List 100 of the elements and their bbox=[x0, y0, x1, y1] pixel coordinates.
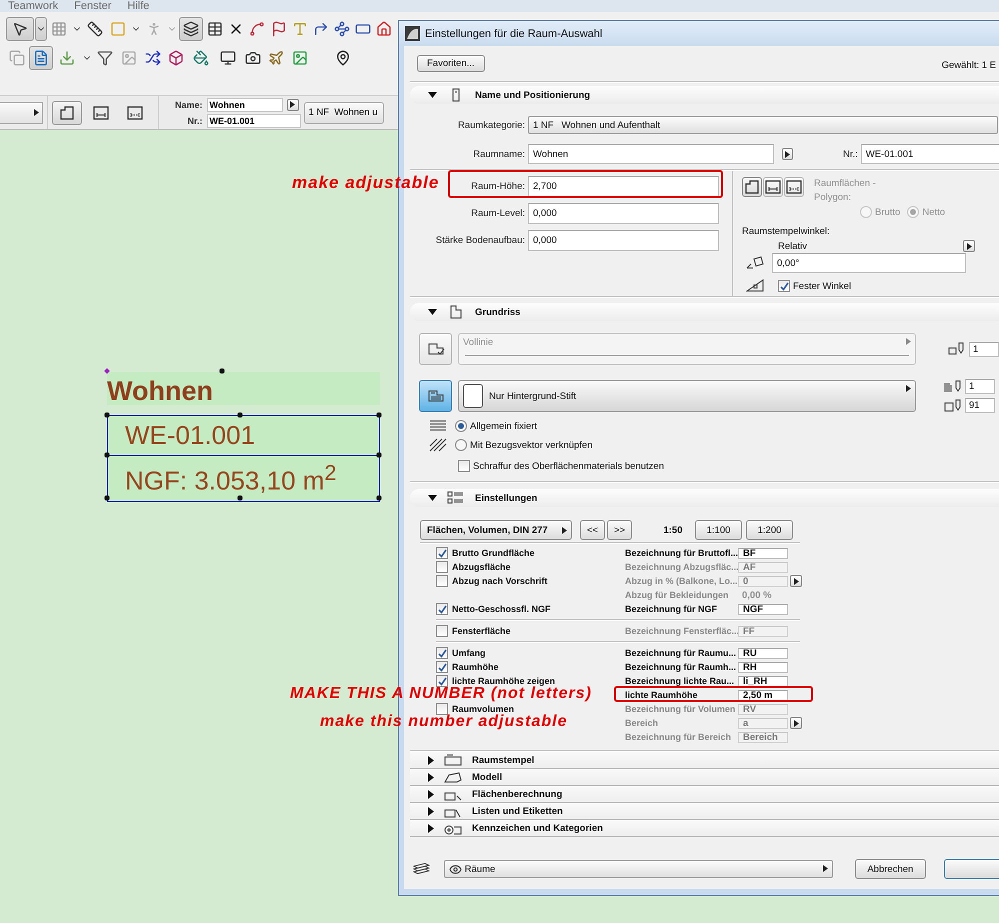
arrow-right-icon bbox=[823, 864, 828, 872]
text-field[interactable]: WE-01.001 bbox=[206, 114, 301, 128]
text-field[interactable]: BF bbox=[738, 548, 788, 558]
arrow-right-icon bbox=[906, 338, 911, 345]
text-field[interactable]: 0,000 bbox=[528, 203, 719, 224]
text-field[interactable]: Wohnen bbox=[528, 144, 774, 164]
section-header[interactable]: Kennzeichen und Kategorien bbox=[410, 820, 999, 837]
section-header[interactable]: Name und Positionierung bbox=[410, 86, 999, 104]
toolbar-button[interactable] bbox=[6, 17, 34, 41]
text-field[interactable]: WE-01.001 bbox=[860, 144, 999, 164]
menu-button[interactable] bbox=[286, 98, 299, 110]
text-field[interactable]: NGF bbox=[738, 604, 788, 614]
cancel-button[interactable]: Abbrechen bbox=[855, 859, 926, 879]
image-icon bbox=[121, 50, 137, 66]
property-label: Bezeichnung für NGF bbox=[625, 604, 718, 614]
text-field[interactable]: 2,700 bbox=[528, 176, 719, 197]
polygon-outline-icon bbox=[59, 106, 75, 120]
menu-button[interactable] bbox=[790, 575, 802, 587]
text-field[interactable]: RU bbox=[738, 648, 788, 658]
text-field[interactable]: RH bbox=[738, 662, 788, 672]
checkbox-label: Fester Winkel bbox=[793, 280, 852, 292]
table-icon bbox=[207, 21, 223, 37]
preset-dropdown[interactable]: Flächen, Volumen, DIN 277 bbox=[420, 520, 572, 540]
menu-item[interactable]: Fenster bbox=[74, 0, 112, 12]
polygon-mode-button[interactable] bbox=[742, 177, 762, 197]
category-button[interactable]: 1 NF Wohnen u bbox=[304, 102, 384, 124]
section-header[interactable]: Listen und Etiketten bbox=[410, 803, 999, 820]
checkbox[interactable] bbox=[458, 460, 470, 472]
favorites-button[interactable]: Favoriten... bbox=[417, 55, 485, 72]
collapse-triangle-icon bbox=[428, 92, 437, 98]
checkbox[interactable] bbox=[436, 661, 448, 673]
arrow-right-icon bbox=[906, 385, 911, 392]
section-header[interactable]: Grundriss bbox=[410, 303, 999, 321]
menu-button[interactable] bbox=[963, 240, 975, 252]
pin-icon bbox=[335, 50, 351, 66]
checkbox[interactable] bbox=[436, 625, 448, 637]
category-dropdown[interactable]: 1 NF Wohnen und Aufenthalt bbox=[528, 116, 998, 134]
checkbox-label: Netto-Geschossfl. NGF bbox=[451, 604, 552, 614]
arrow-right-icon bbox=[794, 720, 798, 726]
radio-button[interactable] bbox=[907, 206, 920, 218]
radio-button[interactable] bbox=[860, 206, 872, 218]
text-field[interactable]: 0,000 bbox=[528, 230, 719, 251]
property-label: Abzug für Bekleidungen bbox=[625, 590, 730, 600]
text-field[interactable]: Wohnen bbox=[206, 98, 283, 112]
text-field[interactable]: 1 bbox=[969, 342, 999, 356]
checkbox[interactable] bbox=[436, 547, 448, 559]
section-header[interactable]: Modell bbox=[410, 769, 999, 786]
radio-label: Allgemein fixiert bbox=[470, 420, 538, 432]
checkbox-label: Schraffur des Oberflächenmaterials benutzen bbox=[473, 460, 664, 472]
checkbox[interactable] bbox=[436, 561, 448, 573]
scale-button[interactable]: 1:50 bbox=[655, 524, 691, 536]
section-header[interactable]: Einstellungen bbox=[410, 489, 999, 507]
section-header[interactable]: Raumstempel bbox=[410, 752, 999, 769]
text-field[interactable]: 1 bbox=[965, 379, 995, 394]
checkbox-label: Abzug nach Vorschrift bbox=[451, 576, 548, 586]
checkbox-label: Abzugsfläche bbox=[451, 562, 512, 572]
checkbox[interactable] bbox=[436, 575, 448, 587]
checkbox[interactable] bbox=[436, 603, 448, 615]
pen-icon bbox=[948, 342, 966, 356]
scale-button[interactable]: 1:200 bbox=[746, 520, 793, 540]
contour-toggle-button[interactable] bbox=[419, 333, 452, 365]
polygon-mode-button[interactable] bbox=[763, 177, 783, 197]
field-label: Raumname: bbox=[472, 148, 525, 160]
property-label: Bereich bbox=[625, 718, 660, 728]
checkbox[interactable] bbox=[436, 647, 448, 659]
fill-toggle-button[interactable] bbox=[419, 380, 452, 412]
property-label: Bezeichnung Fensterfläc... bbox=[625, 626, 738, 636]
text-field[interactable]: 91 bbox=[965, 398, 995, 413]
navigation-button[interactable]: >> bbox=[607, 520, 632, 540]
room-number: WE-01.001 bbox=[108, 416, 379, 455]
settings-list-icon bbox=[447, 491, 465, 505]
navigation-button[interactable]: << bbox=[580, 520, 605, 540]
menu-button[interactable] bbox=[790, 717, 802, 729]
checkbox[interactable] bbox=[778, 280, 790, 292]
menu-item[interactable]: Teamwork bbox=[8, 0, 58, 12]
checkbox[interactable] bbox=[436, 675, 448, 687]
fill-dropdown[interactable]: Nur Hintergrund-Stift bbox=[458, 380, 916, 412]
layer-dropdown[interactable]: Räume bbox=[444, 860, 834, 878]
layers-icon bbox=[183, 21, 199, 37]
polygon-mode-button[interactable] bbox=[784, 177, 804, 197]
radio-button[interactable] bbox=[455, 420, 467, 432]
field-label: Name: bbox=[175, 100, 203, 110]
radio-label: Brutto bbox=[875, 206, 900, 218]
polygon-mode-button[interactable] bbox=[52, 100, 82, 124]
polygon-dimension-icon bbox=[127, 106, 143, 120]
menu-item[interactable]: Hilfe bbox=[127, 0, 150, 12]
toolbar-button[interactable] bbox=[179, 17, 203, 41]
text-field[interactable]: 0,00° bbox=[772, 253, 966, 273]
section-header[interactable]: Flächenberechnung bbox=[410, 786, 999, 803]
radio-button[interactable] bbox=[455, 439, 467, 451]
checkbox[interactable] bbox=[436, 703, 448, 715]
cursor-icon bbox=[12, 21, 28, 37]
dialog-button[interactable] bbox=[944, 859, 999, 879]
spline-icon bbox=[249, 21, 265, 37]
text-field[interactable]: 2,50 m bbox=[738, 690, 788, 700]
checkbox-label: Raumvolumen bbox=[451, 704, 516, 714]
app-logo-icon bbox=[405, 26, 420, 41]
scale-button[interactable]: 1:100 bbox=[695, 520, 742, 540]
menu-button[interactable] bbox=[782, 148, 793, 160]
text-field[interactable]: li_RH bbox=[738, 676, 788, 686]
